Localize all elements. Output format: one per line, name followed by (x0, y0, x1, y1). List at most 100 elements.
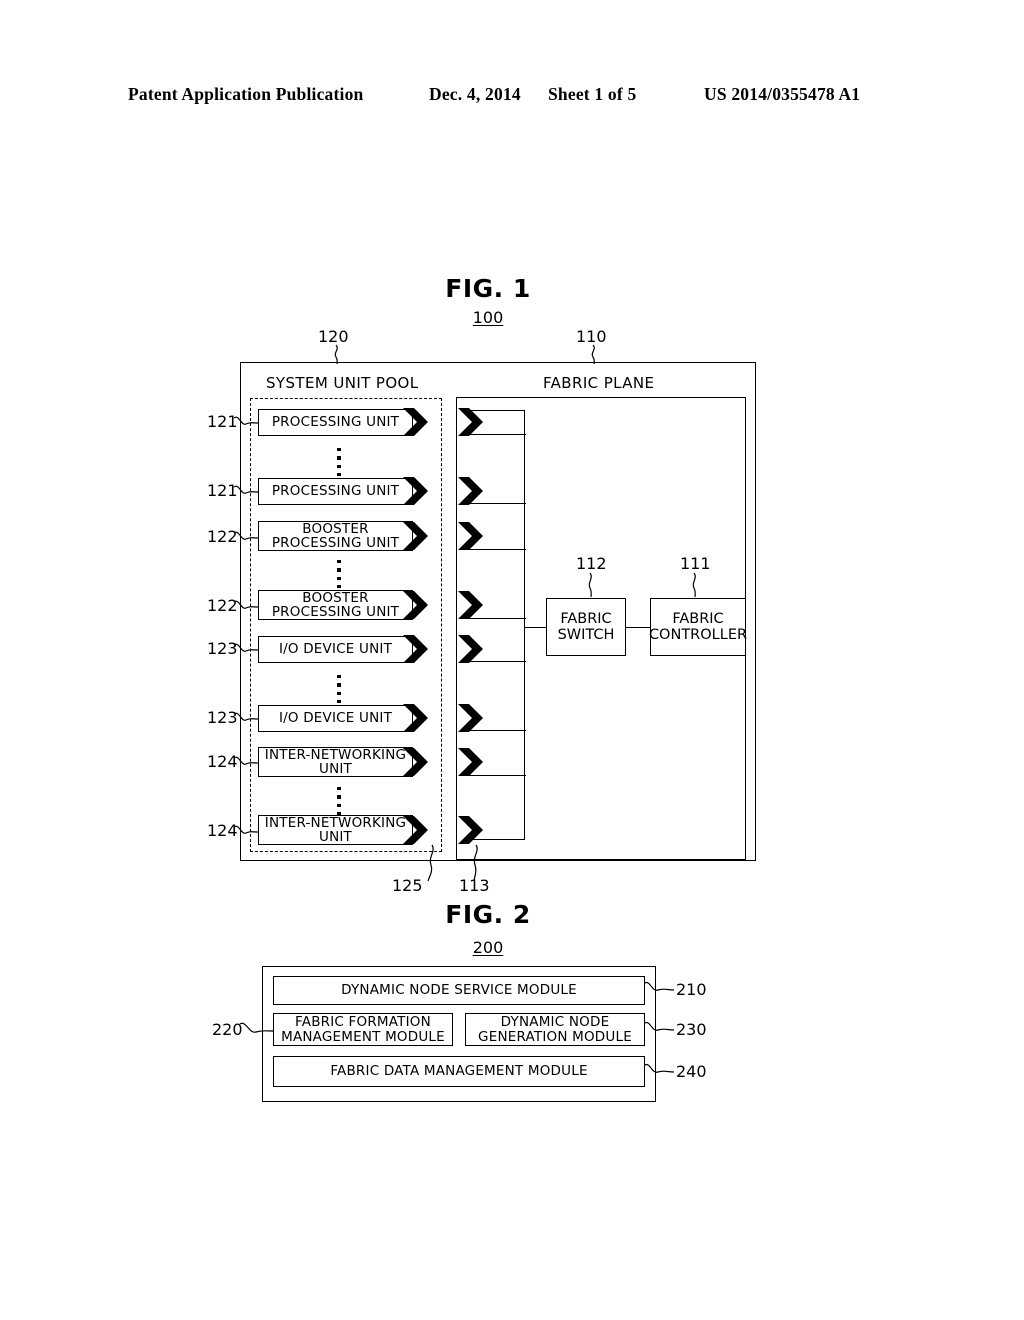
module-box-fabric-data-management[interactable]: FABRIC DATA MANAGEMENT MODULE (273, 1056, 645, 1087)
unit-connector-chevron-6 (403, 703, 430, 733)
fabric-switch-box[interactable]: FABRIC SWITCH (546, 598, 626, 656)
fabric-switch-label-line-1: FABRIC (560, 610, 612, 627)
leader-112 (585, 572, 603, 598)
leader-125 (418, 844, 440, 882)
system-unit-pool-dashed-boundary (250, 398, 442, 852)
unit-connector-chevron-3 (403, 521, 430, 551)
callout-220: 220 (212, 1020, 243, 1039)
module-label-line-2: MANAGEMENT MODULE (281, 1028, 445, 1045)
callout-122: 122 (207, 596, 238, 615)
module-box-dynamic-node-generation[interactable]: DYNAMIC NODE GENERATION MODULE (465, 1013, 645, 1046)
leader-120 (330, 344, 350, 365)
header-document-number: US 2014/0355478 A1 (704, 84, 861, 104)
callout-111: 111 (680, 554, 711, 573)
unit-box-booster-processing-unit-1[interactable]: BOOSTER PROCESSING UNIT (258, 521, 413, 551)
unit-box-inter-networking-unit-1[interactable]: INTER-NETWORKING UNIT (258, 747, 413, 777)
ellipsis-booster-units (335, 560, 343, 594)
bus-port-chevron-6 (458, 703, 485, 733)
leader-unit-3 (233, 527, 260, 549)
figure-1-ref: 100 (472, 308, 504, 327)
unit-label-line-2: UNIT (318, 761, 352, 777)
fabric-switch-label-line-2: SWITCH (557, 627, 615, 643)
module-label-line-2: GENERATION MODULE (478, 1028, 632, 1045)
unit-label: PROCESSING UNIT (271, 414, 400, 431)
header-sheet: Sheet 1 of 5 (548, 84, 637, 104)
module-label-line-1: FABRIC FORMATION (295, 1013, 431, 1030)
leader-113 (466, 844, 488, 882)
fabric-switch-label: FABRIC SWITCH (558, 611, 615, 643)
unit-label: INTER-NETWORKING UNIT (265, 816, 406, 845)
unit-label: BOOSTER PROCESSING UNIT (272, 591, 399, 620)
bus-port-chevron-3 (458, 521, 485, 551)
unit-label: BOOSTER PROCESSING UNIT (272, 522, 399, 551)
callout-124: 124 (207, 821, 238, 840)
leader-unit-7 (233, 752, 260, 774)
fabric-plane-label: FABRIC PLANE (543, 374, 655, 392)
callout-120: 120 (318, 327, 349, 346)
figure-2-ref: 200 (472, 938, 504, 957)
callout-121: 121 (207, 481, 238, 500)
ellipsis-io-device-units (335, 675, 343, 709)
callout-210: 210 (676, 980, 707, 999)
bus-port-chevron-7 (458, 747, 485, 777)
module-label: FABRIC FORMATION MANAGEMENT MODULE (281, 1013, 445, 1045)
unit-connector-chevron-5 (403, 634, 430, 664)
module-label-line-1: DYNAMIC NODE (500, 1013, 610, 1030)
module-label: FABRIC DATA MANAGEMENT MODULE (330, 1063, 588, 1080)
ellipsis-processing-units (335, 448, 343, 482)
unit-label: INTER-NETWORKING UNIT (265, 748, 406, 777)
bus-port-chevron-5 (458, 634, 485, 664)
unit-label-line-2: PROCESSING UNIT (271, 604, 400, 620)
unit-connector-chevron-1 (403, 407, 430, 437)
figure-2-title: FIG. 2 (445, 900, 531, 929)
system-unit-pool-label: SYSTEM UNIT POOL (266, 374, 419, 392)
unit-box-booster-processing-unit-2[interactable]: BOOSTER PROCESSING UNIT (258, 590, 413, 620)
unit-box-io-device-unit-1[interactable]: I/O DEVICE UNIT (258, 636, 413, 663)
header-publication: Patent Application Publication (128, 84, 364, 104)
bus-port-chevron-8 (458, 815, 485, 845)
callout-122: 122 (207, 527, 238, 546)
unit-label: I/O DEVICE UNIT (278, 641, 393, 658)
unit-label-line-2: UNIT (318, 829, 352, 845)
leader-220 (239, 1020, 274, 1042)
unit-box-processing-unit-1[interactable]: PROCESSING UNIT (258, 409, 413, 436)
unit-label: I/O DEVICE UNIT (278, 710, 393, 727)
leader-210 (644, 980, 675, 1002)
module-label: DYNAMIC NODE SERVICE MODULE (341, 982, 577, 999)
leader-unit-5 (233, 639, 260, 661)
unit-connector-chevron-4 (403, 590, 430, 620)
leader-unit-2 (233, 481, 260, 503)
module-label: DYNAMIC NODE GENERATION MODULE (478, 1013, 632, 1045)
unit-label-line-2: PROCESSING UNIT (271, 535, 400, 551)
bus-port-chevron-4 (458, 590, 485, 620)
leader-110 (587, 344, 607, 365)
callout-121: 121 (207, 412, 238, 431)
module-box-dynamic-node-service[interactable]: DYNAMIC NODE SERVICE MODULE (273, 976, 645, 1005)
unit-label: PROCESSING UNIT (271, 483, 400, 500)
fabric-controller-label: FABRIC CONTROLLER (649, 611, 747, 643)
unit-box-io-device-unit-2[interactable]: I/O DEVICE UNIT (258, 705, 413, 732)
fabric-controller-box[interactable]: FABRIC CONTROLLER (649, 598, 747, 656)
page-header: Patent Application Publication Dec. 4, 2… (128, 84, 896, 110)
bus-to-fabric-switch-link (525, 627, 547, 628)
leader-unit-1 (233, 412, 260, 434)
figure-1-title: FIG. 1 (445, 274, 531, 303)
unit-box-processing-unit-2[interactable]: PROCESSING UNIT (258, 478, 413, 505)
module-box-fabric-formation-management[interactable]: FABRIC FORMATION MANAGEMENT MODULE (273, 1013, 453, 1046)
leader-230 (644, 1020, 675, 1042)
leader-240 (644, 1062, 675, 1084)
callout-230: 230 (676, 1020, 707, 1039)
leader-unit-8 (233, 821, 260, 843)
bus-port-chevron-2 (458, 476, 485, 506)
leader-111 (689, 572, 707, 598)
header-date: Dec. 4, 2014 (429, 84, 521, 104)
callout-240: 240 (676, 1062, 707, 1081)
unit-box-inter-networking-unit-2[interactable]: INTER-NETWORKING UNIT (258, 815, 413, 845)
bus-port-chevron-1 (458, 407, 485, 437)
unit-connector-chevron-7 (403, 747, 430, 777)
fabric-controller-label-line-2: CONTROLLER (648, 627, 748, 643)
fabric-controller-label-line-1: FABRIC (672, 610, 724, 627)
leader-unit-4 (233, 596, 260, 618)
callout-112: 112 (576, 554, 607, 573)
fabric-switch-to-controller-link (625, 627, 651, 628)
